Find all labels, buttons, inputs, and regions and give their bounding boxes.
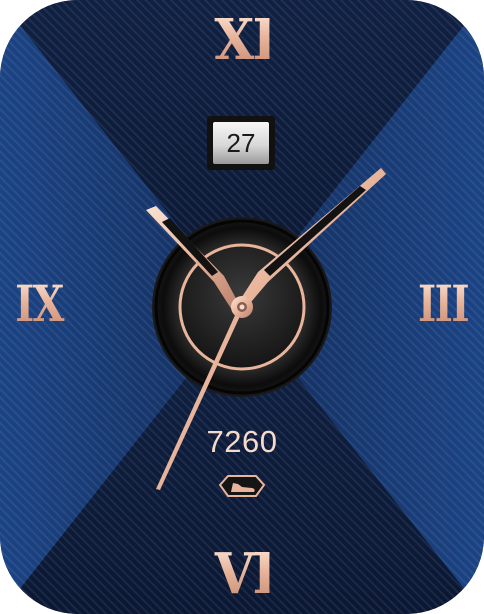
- minute-hand: [240, 168, 386, 308]
- watch-face: XII III VI IX 27 7260: [0, 0, 484, 614]
- second-hand: [156, 300, 246, 490]
- watch-hands: [146, 168, 386, 490]
- hour-hand: [146, 206, 240, 310]
